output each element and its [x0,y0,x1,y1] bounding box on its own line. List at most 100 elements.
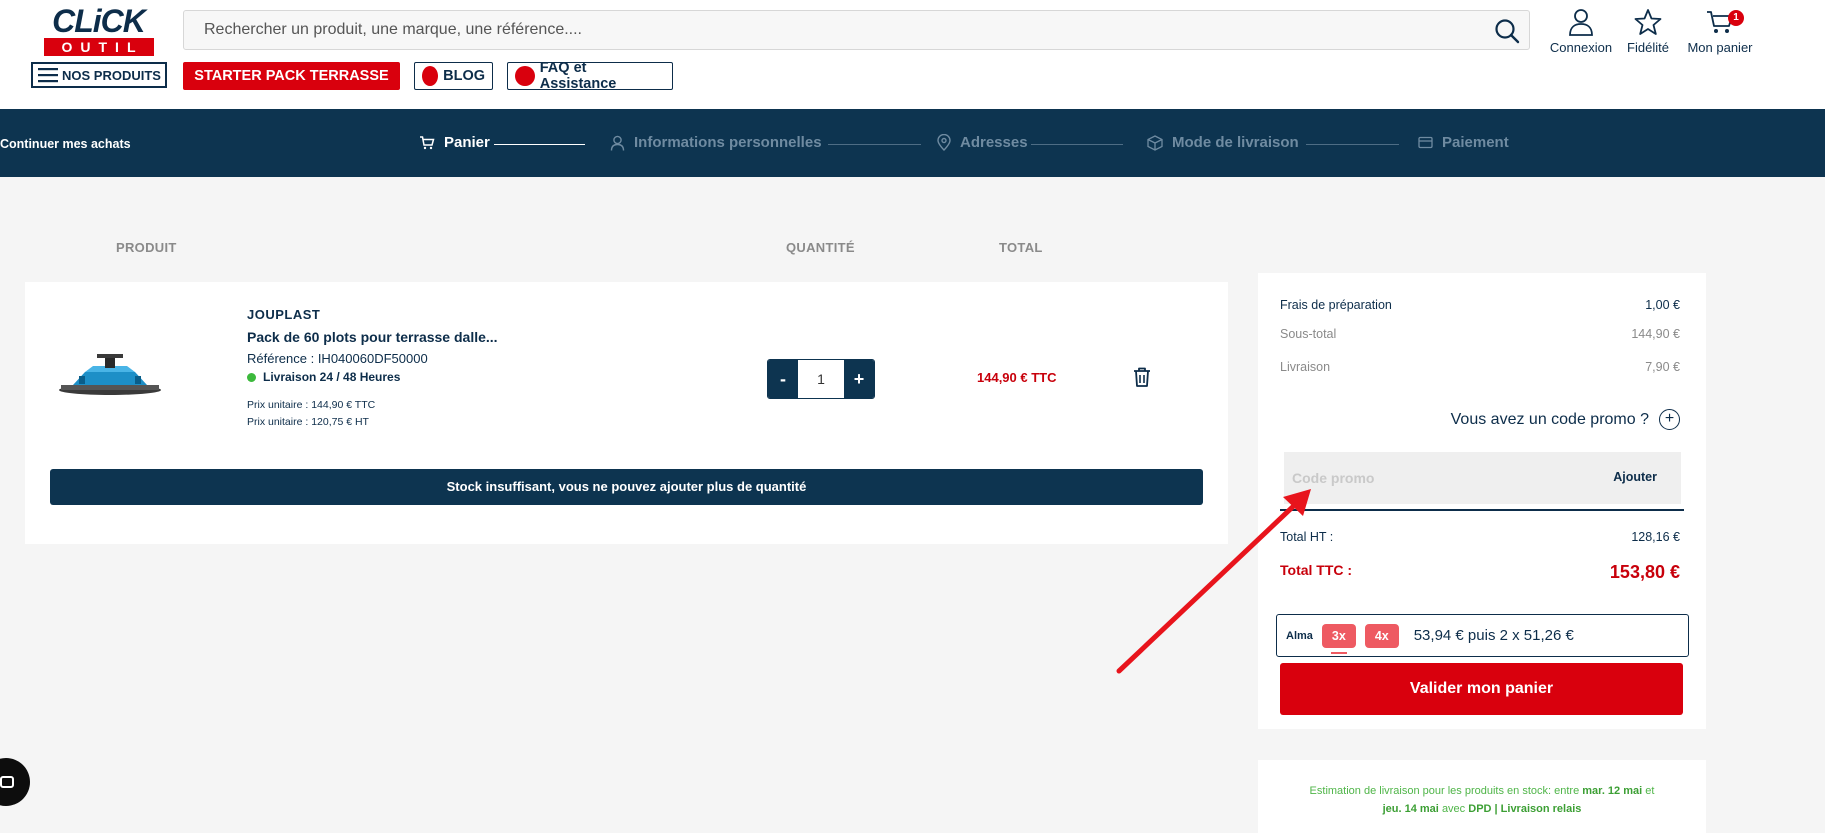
click-outil-logo[interactable]: CLiCK OUTIL [42,3,155,56]
product-image[interactable] [57,352,163,402]
step-shipping[interactable]: Mode de livraison [1147,134,1299,151]
promo-code-input[interactable] [1284,452,1584,504]
chat-icon [0,776,14,788]
loyalty-link[interactable]: Fidélité [1620,8,1676,55]
prep-fee-value: 1,00 € [1645,298,1680,312]
cart-item-card: JOUPLAST Pack de 60 plots pour terrasse … [25,282,1228,544]
step-divider [1306,144,1399,145]
step-cart-label: Panier [444,134,490,151]
step-personal-info-label: Informations personnelles [634,134,822,151]
products-menu-label: NOS PRODUITS [62,67,161,83]
total-ttc-label: Total TTC : [1280,562,1353,578]
estimate-prefix: Estimation de livraison pour les produit… [1309,785,1580,797]
step-shipping-label: Mode de livraison [1172,134,1299,151]
alma-option-4x[interactable]: 4x [1364,623,1399,648]
step-addresses-label: Adresses [960,134,1028,151]
shipping-row: Livraison 7,90 € [1280,360,1680,374]
logo-bottom-text: OUTIL [43,38,154,56]
shipping-value: 7,90 € [1645,360,1680,374]
summary-divider [1280,509,1684,511]
total-ttc-row: Total TTC : 153,80 € [1280,562,1680,583]
step-personal-info[interactable]: Informations personnelles [610,134,822,151]
estimate-carrier: DPD | Livraison relais [1468,803,1582,815]
promo-apply-button[interactable]: Ajouter [1613,470,1657,484]
box-icon [1147,134,1163,151]
promo-code-form: Ajouter [1284,452,1681,504]
blog-label: BLOG [443,68,485,84]
total-ht-row: Total HT : 128,16 € [1280,530,1680,544]
plus-circle-icon[interactable]: + [1659,409,1680,430]
prep-fee-row: Frais de préparation 1,00 € [1280,298,1680,312]
column-header-quantity: QUANTITÉ [786,240,855,255]
step-payment[interactable]: Paiement [1418,134,1509,151]
star-icon [1634,9,1662,35]
search-icon[interactable] [1493,17,1521,45]
delivery-label: Livraison 24 / 48 Heures [263,370,401,384]
search-bar [183,10,1530,50]
account-link[interactable]: Connexion [1548,8,1614,55]
quantity-decrease-button[interactable]: - [768,360,798,398]
stock-warning-banner: Stock insuffisant, vous ne pouvez ajoute… [50,469,1203,505]
step-addresses[interactable]: Adresses [937,134,1028,151]
starter-pack-button[interactable]: STARTER PACK TERRASSE [183,62,400,90]
logo-top-text: CLiCK [52,3,146,39]
estimate-date-start: mar. 12 mai [1582,785,1643,797]
step-divider [494,144,585,145]
subtotal-value: 144,90 € [1631,327,1680,341]
product-reference: Référence : IH040060DF50000 [247,351,428,366]
faq-label: FAQ et Assistance [539,60,617,92]
location-pin-icon [937,134,951,151]
unit-price-ht: Prix unitaire : 120,75 € HT [247,416,369,428]
user-icon [610,135,625,151]
continue-shopping-label: Continuer mes achats [0,137,131,151]
step-divider [1031,144,1123,145]
alma-installment-text: 53,94 € puis 2 x 51,26 € [1413,627,1574,644]
alma-installments: Alma 3x 4x 53,94 € puis 2 x 51,26 € [1276,614,1689,657]
chat-widget-button[interactable] [0,758,30,806]
faq-button[interactable]: FAQ et Assistance [507,60,673,92]
promo-toggle[interactable]: Vous avez un code promo ? + [1451,409,1680,430]
cart-count-badge: 1 [1728,10,1744,26]
search-input[interactable] [184,11,1529,49]
promo-question: Vous avez un code promo ? [1450,410,1649,428]
estimate-date-end: jeu. 14 mai [1382,803,1439,815]
cart-icon [420,136,435,150]
blog-button[interactable]: BLOG [414,62,493,90]
faq-dot-icon [515,66,535,86]
availability-dot-icon [247,372,256,382]
delivery-estimate: Estimation de livraison pour les produit… [1258,760,1706,833]
alma-logo: Alma [1286,629,1313,642]
trash-icon[interactable] [1132,366,1152,388]
step-cart[interactable]: Panier [419,134,490,151]
delivery-info: Livraison 24 / 48 Heures [247,370,400,384]
product-name-link[interactable]: Pack de 60 plots pour terrasse dalle... [247,329,498,345]
step-payment-label: Paiement [1442,134,1509,151]
quantity-increase-button[interactable]: + [844,360,874,398]
quantity-input[interactable] [798,360,844,398]
products-menu-button[interactable]: NOS PRODUITS [31,62,167,88]
checkout-steps-bar: Continuer mes achats Panier Informations… [0,109,1825,177]
subtotal-label: Sous-total [1280,327,1337,341]
validate-cart-button[interactable]: Valider mon panier [1280,663,1683,715]
unit-price-ttc: Prix unitaire : 144,90 € TTC [247,399,376,411]
credit-card-icon [1418,136,1433,149]
step-divider [828,144,921,145]
order-summary: Frais de préparation 1,00 € Sous-total 1… [1258,273,1706,729]
cart-link[interactable]: 1 Mon panier [1684,8,1756,55]
product-brand: JOUPLAST [247,307,321,322]
estimate-connector: et [1645,785,1655,797]
quantity-stepper: - + [767,359,875,399]
estimate-with: avec [1441,803,1466,815]
total-ht-value: 128,16 € [1631,530,1680,544]
alma-option-3x[interactable]: 3x [1321,623,1356,654]
continue-shopping-link[interactable]: Continuer mes achats [0,137,131,151]
cart-label: Mon panier [1687,40,1753,55]
user-icon [1569,9,1593,36]
line-total: 144,90 € TTC [977,370,1057,385]
total-ttc-value: 153,80 € [1609,562,1680,582]
menu-icon [38,68,58,83]
site-header: CLiCK OUTIL Connexion Fidélité 1 Mon pan… [0,0,1825,109]
loyalty-label: Fidélité [1627,40,1669,55]
column-header-product: PRODUIT [116,240,177,255]
column-header-total: TOTAL [999,240,1043,255]
